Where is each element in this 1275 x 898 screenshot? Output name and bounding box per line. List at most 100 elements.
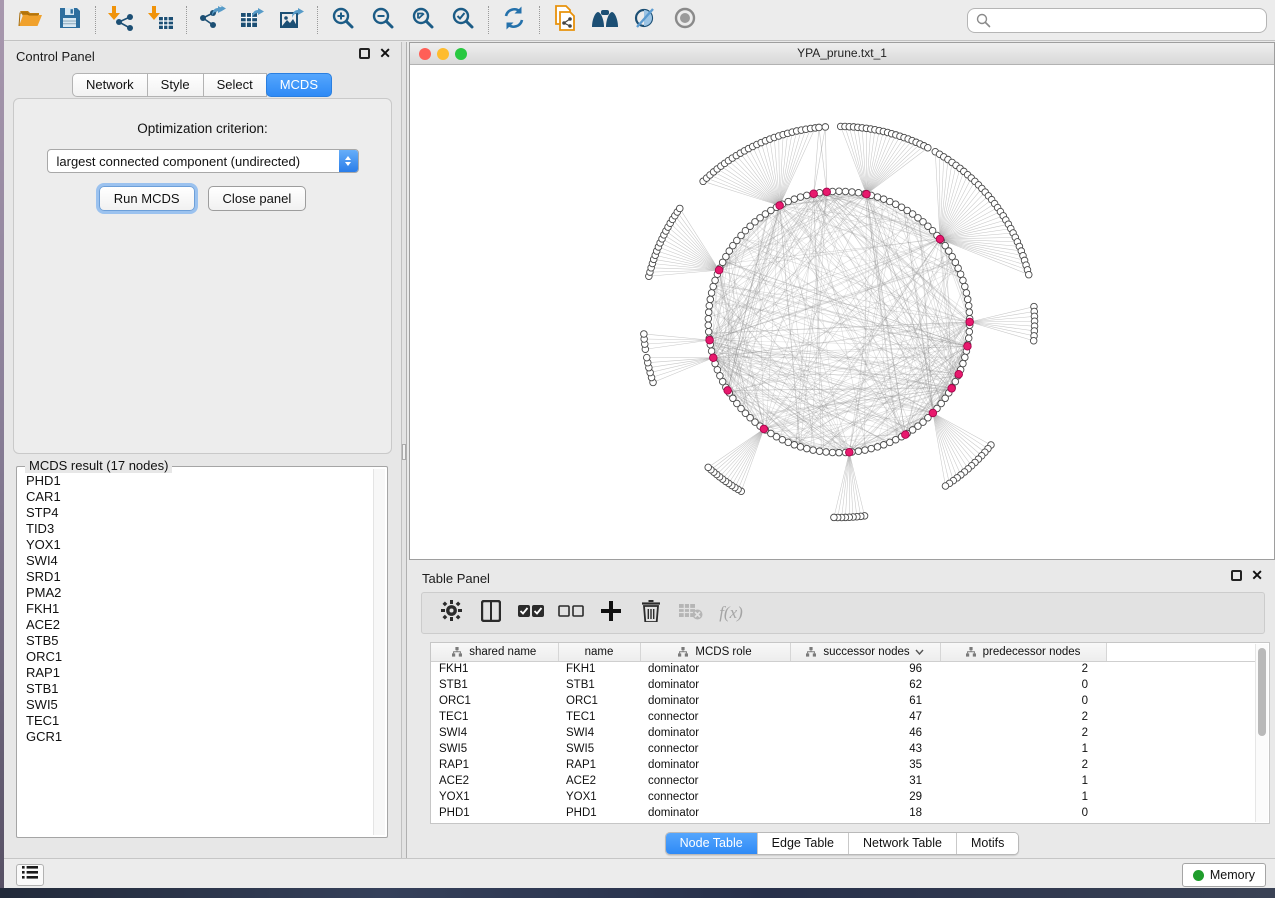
tab-motifs[interactable]: Motifs	[956, 833, 1018, 854]
cell[interactable]: ORC1	[558, 693, 640, 709]
table-row[interactable]: STB1STB1dominator620	[431, 677, 1257, 693]
cell[interactable]: FKH1	[431, 661, 558, 677]
import-network-button[interactable]	[101, 3, 141, 37]
column-header-predecessor-nodes[interactable]: predecessor nodes	[940, 643, 1106, 661]
create-column-button[interactable]	[596, 597, 626, 629]
delete-column-button[interactable]	[636, 597, 666, 629]
clone-network-button[interactable]	[545, 3, 585, 37]
run-mcds-button[interactable]: Run MCDS	[99, 186, 195, 211]
cell[interactable]: dominator	[640, 661, 790, 677]
cell[interactable]: 18	[790, 805, 940, 821]
export-table-button[interactable]	[232, 3, 272, 37]
cell[interactable]: connector	[640, 773, 790, 789]
cell[interactable]: connector	[640, 741, 790, 757]
cell[interactable]: 96	[790, 661, 940, 677]
tab-mcds[interactable]: MCDS	[266, 73, 332, 97]
cell[interactable]: 2	[940, 725, 1106, 741]
cell[interactable]: ORC1	[431, 693, 558, 709]
close-panel-icon[interactable]: ✕	[1251, 570, 1263, 581]
cell[interactable]: 29	[790, 789, 940, 805]
cell[interactable]: STB1	[431, 677, 558, 693]
cell[interactable]: dominator	[640, 757, 790, 773]
cell[interactable]: SWI5	[558, 741, 640, 757]
table-row[interactable]: ORC1ORC1dominator610	[431, 693, 1257, 709]
save-session-button[interactable]	[50, 3, 90, 37]
network-window-titlebar[interactable]: YPA_prune.txt_1	[410, 43, 1274, 65]
cell[interactable]: 0	[940, 677, 1106, 693]
cell[interactable]: STB1	[558, 677, 640, 693]
cell[interactable]: 2	[940, 757, 1106, 773]
vertical-splitter[interactable]	[401, 42, 407, 858]
column-header-shared-name[interactable]: shared name	[431, 643, 558, 661]
cell[interactable]: ACE2	[558, 773, 640, 789]
cell[interactable]: SWI4	[431, 725, 558, 741]
cell[interactable]: YOX1	[558, 789, 640, 805]
deselect-all-button[interactable]	[556, 597, 586, 629]
table-scrollbar-thumb[interactable]	[1258, 648, 1266, 736]
table-row[interactable]: ACE2ACE2connector311	[431, 773, 1257, 789]
cell[interactable]: 1	[940, 773, 1106, 789]
tab-node-table[interactable]: Node Table	[666, 833, 757, 854]
tab-edge-table[interactable]: Edge Table	[757, 833, 848, 854]
cell[interactable]: 43	[790, 741, 940, 757]
memory-button[interactable]: Memory	[1182, 863, 1266, 887]
criterion-select[interactable]: largest connected component (undirected)	[47, 149, 359, 173]
mcds-result-scrollbar[interactable]	[373, 469, 385, 835]
table-settings-button[interactable]	[436, 597, 466, 629]
table-row[interactable]: PHD1PHD1dominator180	[431, 805, 1257, 821]
cell[interactable]: dominator	[640, 725, 790, 741]
import-table-button[interactable]	[141, 3, 181, 37]
zoom-selected-button[interactable]	[443, 3, 483, 37]
zoom-in-button[interactable]	[323, 3, 363, 37]
table-row[interactable]: RAP1RAP1dominator352	[431, 757, 1257, 773]
cell[interactable]: 2	[940, 661, 1106, 677]
cell[interactable]: RAP1	[558, 757, 640, 773]
select-all-button[interactable]	[516, 597, 546, 629]
cell[interactable]: 35	[790, 757, 940, 773]
column-header-successor-nodes[interactable]: successor nodes	[790, 643, 940, 661]
column-header-name[interactable]: name	[558, 643, 640, 661]
float-panel-icon[interactable]	[1231, 570, 1242, 581]
show-details-button[interactable]	[665, 3, 705, 37]
tab-network-table[interactable]: Network Table	[848, 833, 956, 854]
search-network-button[interactable]	[585, 3, 625, 37]
cell[interactable]: dominator	[640, 805, 790, 821]
cell[interactable]: 0	[940, 693, 1106, 709]
cell[interactable]: dominator	[640, 677, 790, 693]
table-row[interactable]: FKH1FKH1dominator962	[431, 661, 1257, 677]
table-row[interactable]: SWI4SWI4dominator462	[431, 725, 1257, 741]
table-row[interactable]: TEC1TEC1connector472	[431, 709, 1257, 725]
show-columns-button[interactable]	[476, 597, 506, 629]
search-input[interactable]	[995, 10, 1266, 31]
cell[interactable]: TEC1	[431, 709, 558, 725]
cell[interactable]: 0	[940, 805, 1106, 821]
maximize-window-icon[interactable]	[455, 48, 467, 60]
table-row[interactable]: SWI5SWI5connector431	[431, 741, 1257, 757]
show-panels-button[interactable]	[16, 864, 44, 886]
table-scrollbar[interactable]	[1255, 644, 1268, 822]
cell[interactable]: 61	[790, 693, 940, 709]
cell[interactable]: 47	[790, 709, 940, 725]
cell[interactable]: 2	[940, 709, 1106, 725]
refresh-button[interactable]	[494, 3, 534, 37]
close-window-icon[interactable]	[419, 48, 431, 60]
zoom-out-button[interactable]	[363, 3, 403, 37]
cell[interactable]: 62	[790, 677, 940, 693]
mcds-result-list[interactable]: PHD1CAR1STP4TID3YOX1SWI4SRD1PMA2FKH1ACE2…	[17, 473, 373, 835]
minimize-window-icon[interactable]	[437, 48, 449, 60]
export-network-button[interactable]	[192, 3, 232, 37]
tab-select[interactable]: Select	[203, 73, 267, 97]
cell[interactable]: ACE2	[431, 773, 558, 789]
cell[interactable]: 46	[790, 725, 940, 741]
cell[interactable]: TEC1	[558, 709, 640, 725]
float-panel-icon[interactable]	[359, 48, 370, 59]
cell[interactable]: SWI4	[558, 725, 640, 741]
close-panel-icon[interactable]: ✕	[379, 48, 391, 59]
open-file-button[interactable]	[10, 3, 50, 37]
splitter-handle[interactable]	[402, 444, 406, 460]
hide-details-button[interactable]	[625, 3, 665, 37]
tab-style[interactable]: Style	[147, 73, 204, 97]
close-panel-button[interactable]: Close panel	[208, 186, 307, 211]
network-graph[interactable]	[410, 65, 1274, 559]
cell[interactable]: connector	[640, 709, 790, 725]
